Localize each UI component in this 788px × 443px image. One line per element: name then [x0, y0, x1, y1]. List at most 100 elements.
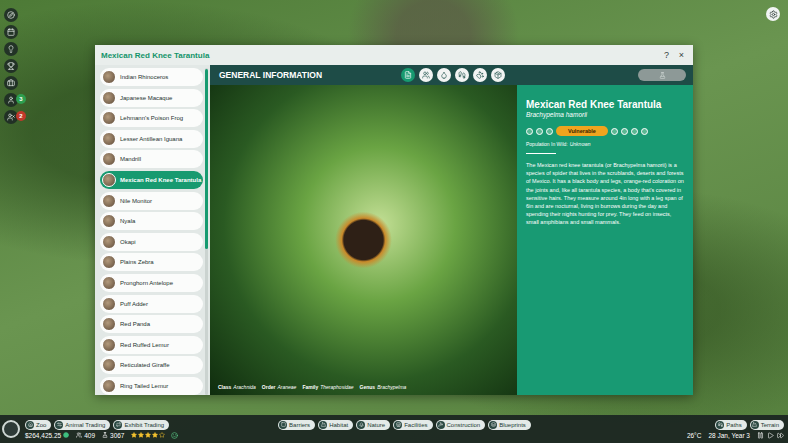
animal-avatar-icon [102, 379, 116, 393]
close-button[interactable]: × [676, 50, 687, 61]
date: 28 Jan, Year 3 [708, 432, 750, 439]
animal-item[interactable]: Plains Zebra [100, 253, 203, 271]
animal-name: Mexican Red Knee Tarantula [526, 99, 685, 110]
taxonomy-value: Brachypelma [377, 384, 406, 390]
title-bar: Mexican Red Knee Tarantula?× [95, 45, 693, 65]
info-tab[interactable] [437, 68, 451, 82]
info-tab[interactable] [491, 68, 505, 82]
count-badge: 3 [16, 94, 26, 104]
side-button[interactable]: 3 [4, 93, 18, 107]
animal-item[interactable]: Red Ruffed Lemur [100, 336, 203, 354]
toolbar-button-icon-wrap [394, 421, 402, 429]
path-icon [718, 422, 723, 427]
settings-area [766, 0, 788, 21]
animal-avatar-icon [102, 91, 116, 105]
toolbar-button[interactable]: Zoo [25, 420, 51, 430]
toolbar-button[interactable]: Blueprints [488, 420, 531, 430]
zoo-scene[interactable]: 32Mexican Red Knee Tarantula?×Indian Rhi… [0, 0, 788, 415]
menu-round-button[interactable] [2, 420, 20, 438]
taxonomy-label: Family [302, 384, 318, 390]
animal-item[interactable]: Nyala [100, 212, 203, 230]
animal-item[interactable]: Reticulated Giraffe [100, 356, 203, 374]
info-tab[interactable] [419, 68, 433, 82]
staff-icon [7, 96, 15, 104]
toolbar-button[interactable]: Exhibit Trading [113, 420, 169, 430]
toolbar-button-icon-wrap [437, 421, 445, 429]
toolbar-button[interactable]: Animal Trading [54, 420, 110, 430]
content-row: ClassArachnidaOrderAraneaeFamilyTherapho… [210, 85, 693, 395]
toolbar-button[interactable]: Construction [436, 420, 486, 430]
taxonomy-entry: GenusBrachypelma [360, 384, 407, 390]
toolbar-button[interactable]: Habitat [318, 420, 353, 430]
toolbar-button-icon-wrap [279, 421, 287, 429]
money: $264,425.25 [25, 432, 69, 439]
research-button[interactable] [638, 69, 686, 81]
animal-item[interactable]: Pronghorn Antelope [100, 274, 203, 292]
animal-item[interactable]: Lesser Antillean Iguana [100, 130, 203, 148]
star-icon [159, 432, 165, 438]
play-icon [767, 432, 774, 439]
guests: 409 [76, 432, 95, 439]
status-dot [546, 128, 553, 135]
research-icon [102, 432, 108, 438]
info-panel: Mexican Red Knee TarantulaBrachypelma ha… [517, 85, 693, 395]
lightbulb-icon [7, 45, 15, 53]
status-row: $264,425.25409306726°C28 Jan, Year 3 [25, 432, 784, 439]
side-button[interactable] [4, 59, 18, 73]
star-icon [138, 432, 144, 438]
scrollbar[interactable] [205, 68, 208, 395]
toolbar-button[interactable]: Paths [715, 420, 746, 430]
side-button[interactable] [4, 8, 18, 22]
animal-item[interactable]: Mandrill [100, 150, 203, 168]
terrain-icon [752, 422, 757, 427]
taxonomy-entry: OrderAraneae [262, 384, 297, 390]
scrollbar-thumb[interactable] [205, 69, 208, 249]
help-button[interactable]: ? [661, 50, 672, 61]
animal-avatar-icon [102, 214, 116, 228]
play-button[interactable] [767, 432, 774, 439]
shop-icon [396, 422, 401, 427]
animal-item[interactable]: Puff Adder [100, 295, 203, 313]
status-left: $264,425.254093067 [25, 432, 178, 439]
coin-icon [63, 432, 69, 438]
animal-avatar-icon [102, 173, 116, 187]
habitat-icon [321, 422, 326, 427]
description: The Mexican red knee tarantula (or Brach… [526, 161, 685, 227]
animal-item[interactable]: Mexican Red Knee Tarantula [100, 171, 203, 189]
family-icon [422, 71, 430, 79]
population-value: Unknown [570, 141, 591, 147]
toolbar-button[interactable]: Barriers [278, 420, 315, 430]
toolbar-button[interactable]: Nature [356, 420, 390, 430]
toolbar-button[interactable]: Terrain [750, 420, 784, 430]
settings-button[interactable] [766, 7, 780, 21]
pause-button[interactable] [757, 432, 764, 439]
animal-list: Indian Rhinoceros Japanese Macaque Lehmann… [100, 68, 203, 395]
animal-item[interactable]: Indian Rhinoceros [100, 68, 203, 86]
side-button[interactable]: 2 [4, 110, 18, 124]
toolbar-button-icon-wrap [489, 421, 497, 429]
side-button[interactable] [4, 76, 18, 90]
animal-item[interactable]: Japanese Macaque [100, 89, 203, 107]
taxonomy-value: Araneae [277, 384, 296, 390]
animal-item[interactable]: Nile Monitor [100, 192, 203, 210]
toolbar-button-icon-wrap [26, 421, 34, 429]
toolbar-button[interactable]: Facilities [393, 420, 432, 430]
side-button[interactable] [4, 25, 18, 39]
zoopedia-window: Mexican Red Knee Tarantula? × Indian Rhino… [95, 45, 693, 395]
info-tab[interactable] [455, 68, 469, 82]
fast-forward-button[interactable] [777, 432, 784, 439]
paw-icon [476, 71, 484, 79]
toolbar-group: BarriersHabitatNatureFacilities Construct… [278, 420, 531, 430]
animal-item[interactable]: Ring Tailed Lemur [100, 377, 203, 395]
side-button[interactable] [4, 42, 18, 56]
info-tab[interactable] [401, 68, 415, 82]
animal-item[interactable]: Lehmann's Poison Frog [100, 109, 203, 127]
animal-list-panel: Indian Rhinoceros Japanese Macaque Lehmann… [95, 65, 210, 395]
info-tab[interactable] [473, 68, 487, 82]
animal-item[interactable]: Red Panda [100, 315, 203, 333]
scientific-name: Brachypelma hamorii [526, 111, 685, 118]
animal-item[interactable]: Okapi [100, 233, 203, 251]
info-tabs [401, 68, 505, 82]
side-strip: 32 [0, 0, 22, 124]
barrier-icon [281, 422, 286, 427]
